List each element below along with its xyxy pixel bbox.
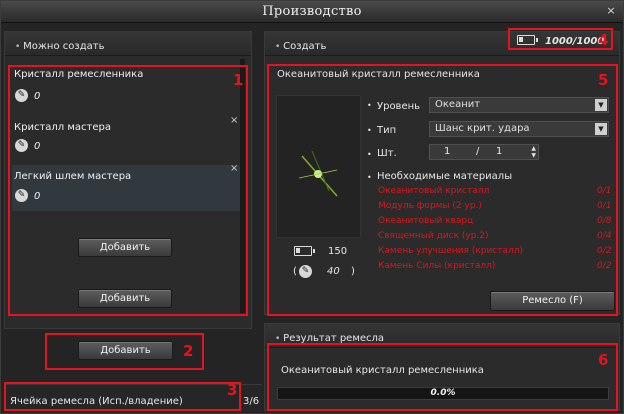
close-icon[interactable]: ×	[604, 4, 618, 18]
bullet-icon: •	[15, 42, 24, 52]
annotation-box-6	[267, 343, 618, 411]
annotation-box-3	[4, 382, 241, 411]
annotation-box-1	[8, 65, 248, 316]
craftable-list-header: • Можно создать	[5, 32, 251, 56]
annotation-label-3: 3	[227, 381, 238, 399]
annotation-label-6: 6	[598, 351, 609, 369]
bullet-icon: •	[275, 42, 284, 52]
annotation-label-5: 5	[598, 71, 609, 89]
craftable-list-title: Можно создать	[23, 41, 105, 52]
production-window: Производство × • Можно создать Кристалл …	[0, 0, 624, 414]
annotation-box-5	[267, 64, 618, 316]
annotation-box-2	[45, 333, 204, 370]
annotation-label-2: 2	[183, 342, 194, 360]
craft-slot-count: 3/6	[243, 396, 260, 407]
annotation-label-4: 4	[598, 31, 609, 49]
window-title: Производство	[262, 4, 362, 19]
create-title: Создать	[283, 41, 327, 52]
annotation-label-1: 1	[233, 71, 244, 89]
title-bar[interactable]: Производство ×	[1, 1, 623, 23]
